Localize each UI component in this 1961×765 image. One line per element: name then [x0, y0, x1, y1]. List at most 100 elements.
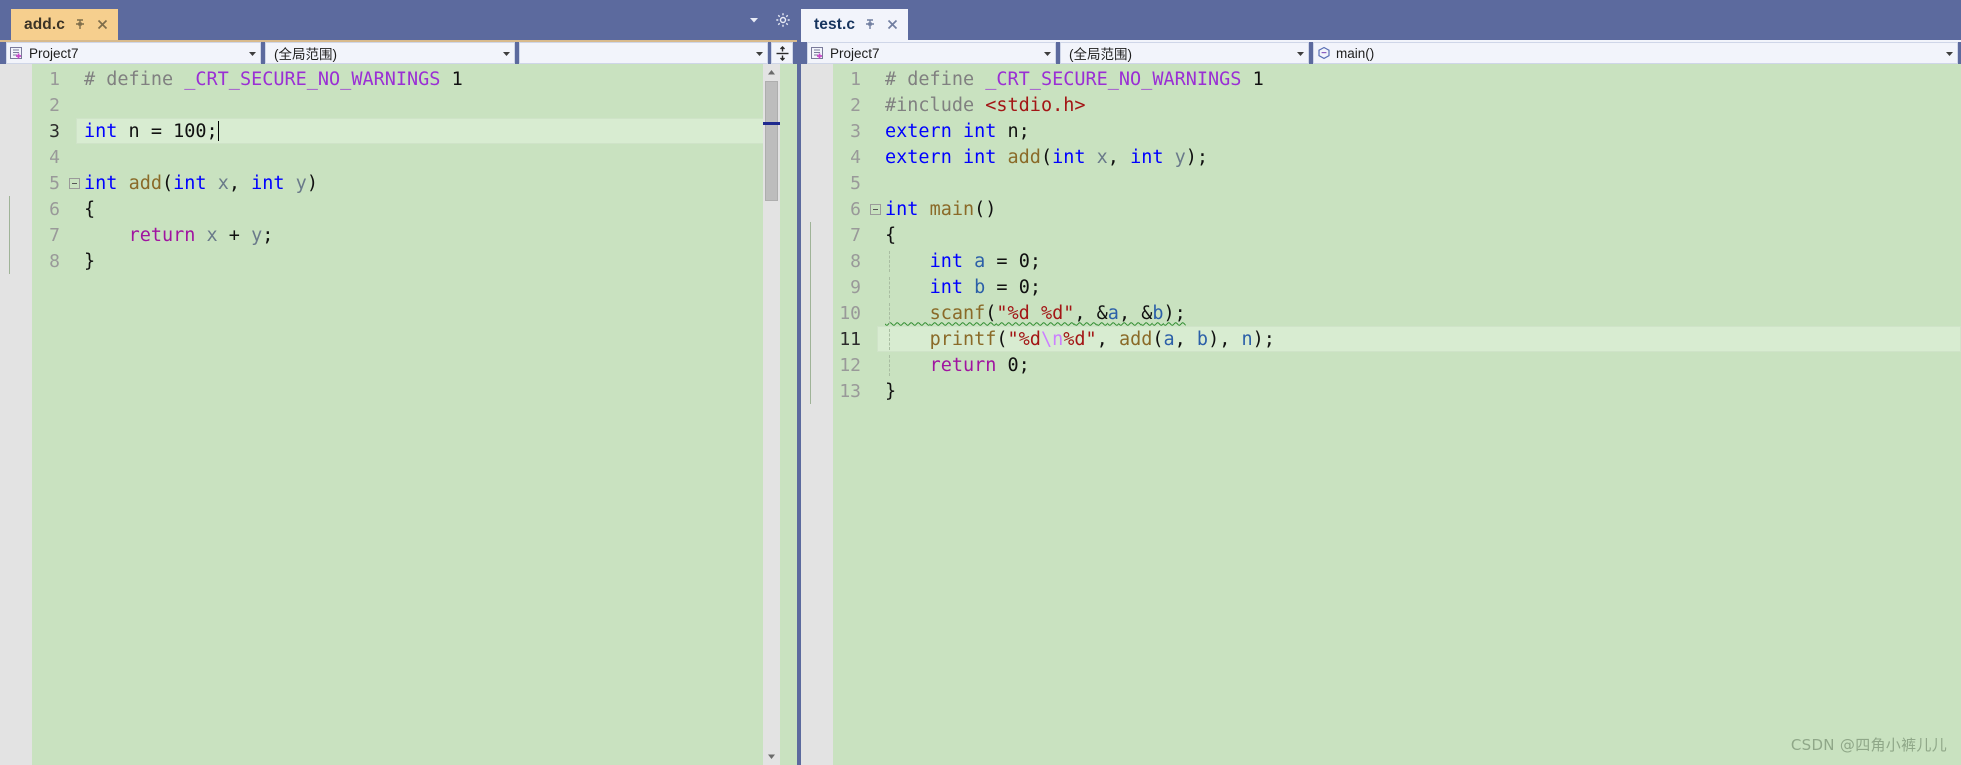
token: <stdio.h>: [985, 94, 1086, 116]
tab-list-chevron-down-icon[interactable]: [747, 13, 761, 32]
code-line[interactable]: 6 int main(): [801, 196, 1961, 222]
code-line[interactable]: 13}: [801, 378, 1961, 404]
code-line[interactable]: 7{: [801, 222, 1961, 248]
member-combo-right[interactable]: main(): [1313, 42, 1958, 64]
code-text[interactable]: int n = 100;: [84, 120, 780, 142]
close-icon[interactable]: [96, 18, 109, 31]
code-line[interactable]: 4: [0, 144, 780, 170]
left-editor-pane: add.c Project7 (全局范围) 1 # define _CRT_SE…: [0, 0, 797, 765]
scope-combo-left[interactable]: (全局范围): [265, 42, 515, 64]
code-line[interactable]: 9 int b = 0;: [801, 274, 1961, 300]
token: n: [117, 120, 151, 142]
code-text[interactable]: }: [885, 381, 1961, 402]
token: return: [929, 354, 997, 376]
token: scanf: [929, 302, 986, 324]
code-text[interactable]: int add(int x, int y): [84, 173, 780, 194]
pin-icon[interactable]: [864, 18, 877, 31]
line-number: 1: [850, 68, 861, 90]
code-text[interactable]: # define _CRT_SECURE_NO_WARNINGS 1: [84, 69, 780, 90]
close-icon[interactable]: [886, 18, 899, 31]
code-text[interactable]: {: [885, 225, 1961, 246]
code-text[interactable]: # define _CRT_SECURE_NO_WARNINGS 1: [885, 69, 1961, 90]
token: a: [1107, 302, 1119, 324]
token: ,: [228, 172, 252, 194]
chevron-down-icon[interactable]: [1941, 49, 1957, 58]
token: a: [974, 250, 986, 272]
fold-collapse-icon[interactable]: [865, 203, 885, 215]
code-line[interactable]: 3 int n = 100;: [0, 118, 780, 144]
pin-icon[interactable]: [74, 18, 87, 31]
left-vertical-scrollbar[interactable]: [763, 64, 780, 765]
code-line[interactable]: 5 int add(int x, int y): [0, 170, 780, 196]
line-number: 2: [850, 94, 861, 116]
code-text[interactable]: printf("%d\n%d", add(a, b), n);: [885, 328, 1961, 350]
code-line[interactable]: 10 scanf("%d %d", &a, &b);: [801, 300, 1961, 326]
code-text[interactable]: int a = 0;: [885, 250, 1961, 272]
left-code-editor[interactable]: 1 # define _CRT_SECURE_NO_WARNINGS 1 2 3 int…: [0, 64, 797, 765]
code-text[interactable]: return x + y;: [84, 225, 780, 246]
token: int: [84, 172, 118, 194]
chevron-down-icon[interactable]: [1039, 49, 1055, 58]
token: n;: [996, 120, 1030, 142]
code-line[interactable]: 3 extern int n;: [801, 118, 1961, 144]
indent-guide: [889, 276, 890, 298]
chevron-down-icon[interactable]: [244, 49, 260, 58]
chevron-down-icon[interactable]: [498, 49, 514, 58]
code-line[interactable]: 8 int a = 0;: [801, 248, 1961, 274]
code-text[interactable]: extern int add(int x, int y);: [885, 147, 1961, 168]
right-code-lines[interactable]: 1 # define _CRT_SECURE_NO_WARNINGS 1 2 #inc…: [801, 66, 1961, 765]
token: a: [1163, 328, 1175, 350]
code-line[interactable]: 12 return 0;: [801, 352, 1961, 378]
code-tokens: printf("%d\n%d", add(a, b), n);: [885, 329, 1275, 350]
code-text[interactable]: int b = 0;: [885, 276, 1961, 298]
code-line[interactable]: 1 # define _CRT_SECURE_NO_WARNINGS 1: [801, 66, 1961, 92]
code-tokens: {: [885, 225, 896, 246]
scroll-up-arrow-icon[interactable]: [763, 64, 780, 81]
member-combo-left[interactable]: [519, 42, 768, 64]
code-line[interactable]: 1 # define _CRT_SECURE_NO_WARNINGS 1: [0, 66, 780, 92]
scope-combo-right[interactable]: (全局范围): [1060, 42, 1309, 64]
code-line[interactable]: 4 extern int add(int x, int y);: [801, 144, 1961, 170]
code-text[interactable]: extern int n;: [885, 121, 1961, 142]
line-number: 1: [49, 68, 60, 90]
chevron-down-icon[interactable]: [751, 49, 767, 58]
split-window-icon[interactable]: [771, 42, 793, 64]
code-line[interactable]: 2: [0, 92, 780, 118]
code-text[interactable]: scanf("%d %d", &a, &b);: [885, 302, 1961, 324]
code-line[interactable]: 6{: [0, 196, 780, 222]
tab-add-c[interactable]: add.c: [11, 9, 118, 40]
code-line[interactable]: 7 return x + y;: [0, 222, 780, 248]
token: );: [1163, 302, 1186, 324]
code-text[interactable]: #include <stdio.h>: [885, 95, 1961, 116]
project-combo-left[interactable]: Project7: [6, 42, 261, 64]
fold-collapse-icon[interactable]: [64, 177, 84, 189]
token: ,: [1074, 302, 1097, 324]
tab-test-c[interactable]: test.c: [801, 9, 909, 40]
token: 100: [173, 120, 207, 142]
chevron-down-icon[interactable]: [1292, 49, 1308, 58]
line-number: 4: [850, 146, 861, 168]
code-line[interactable]: 8}: [0, 248, 780, 274]
project-combo-right[interactable]: Project7: [807, 42, 1056, 64]
right-code-editor[interactable]: 1 # define _CRT_SECURE_NO_WARNINGS 1 2 #inc…: [801, 64, 1961, 765]
scroll-down-arrow-icon[interactable]: [763, 748, 780, 765]
gear-icon[interactable]: [775, 12, 791, 33]
code-text[interactable]: int main(): [885, 199, 1961, 220]
token: int: [84, 120, 118, 142]
token: return: [128, 224, 196, 246]
code-text[interactable]: return 0;: [885, 354, 1961, 376]
code-text[interactable]: {: [84, 199, 780, 220]
code-text[interactable]: }: [84, 251, 780, 272]
code-line[interactable]: 11 printf("%d\n%d", add(a, b), n);: [801, 326, 1961, 352]
left-code-lines[interactable]: 1 # define _CRT_SECURE_NO_WARNINGS 1 2 3 int…: [0, 66, 780, 765]
token: b: [1152, 302, 1164, 324]
code-tokens: extern int n;: [885, 121, 1030, 142]
left-scrollbar-thumb[interactable]: [765, 81, 778, 201]
code-line[interactable]: 5: [801, 170, 1961, 196]
token: # define: [885, 68, 986, 90]
code-line[interactable]: 2 #include <stdio.h>: [801, 92, 1961, 118]
